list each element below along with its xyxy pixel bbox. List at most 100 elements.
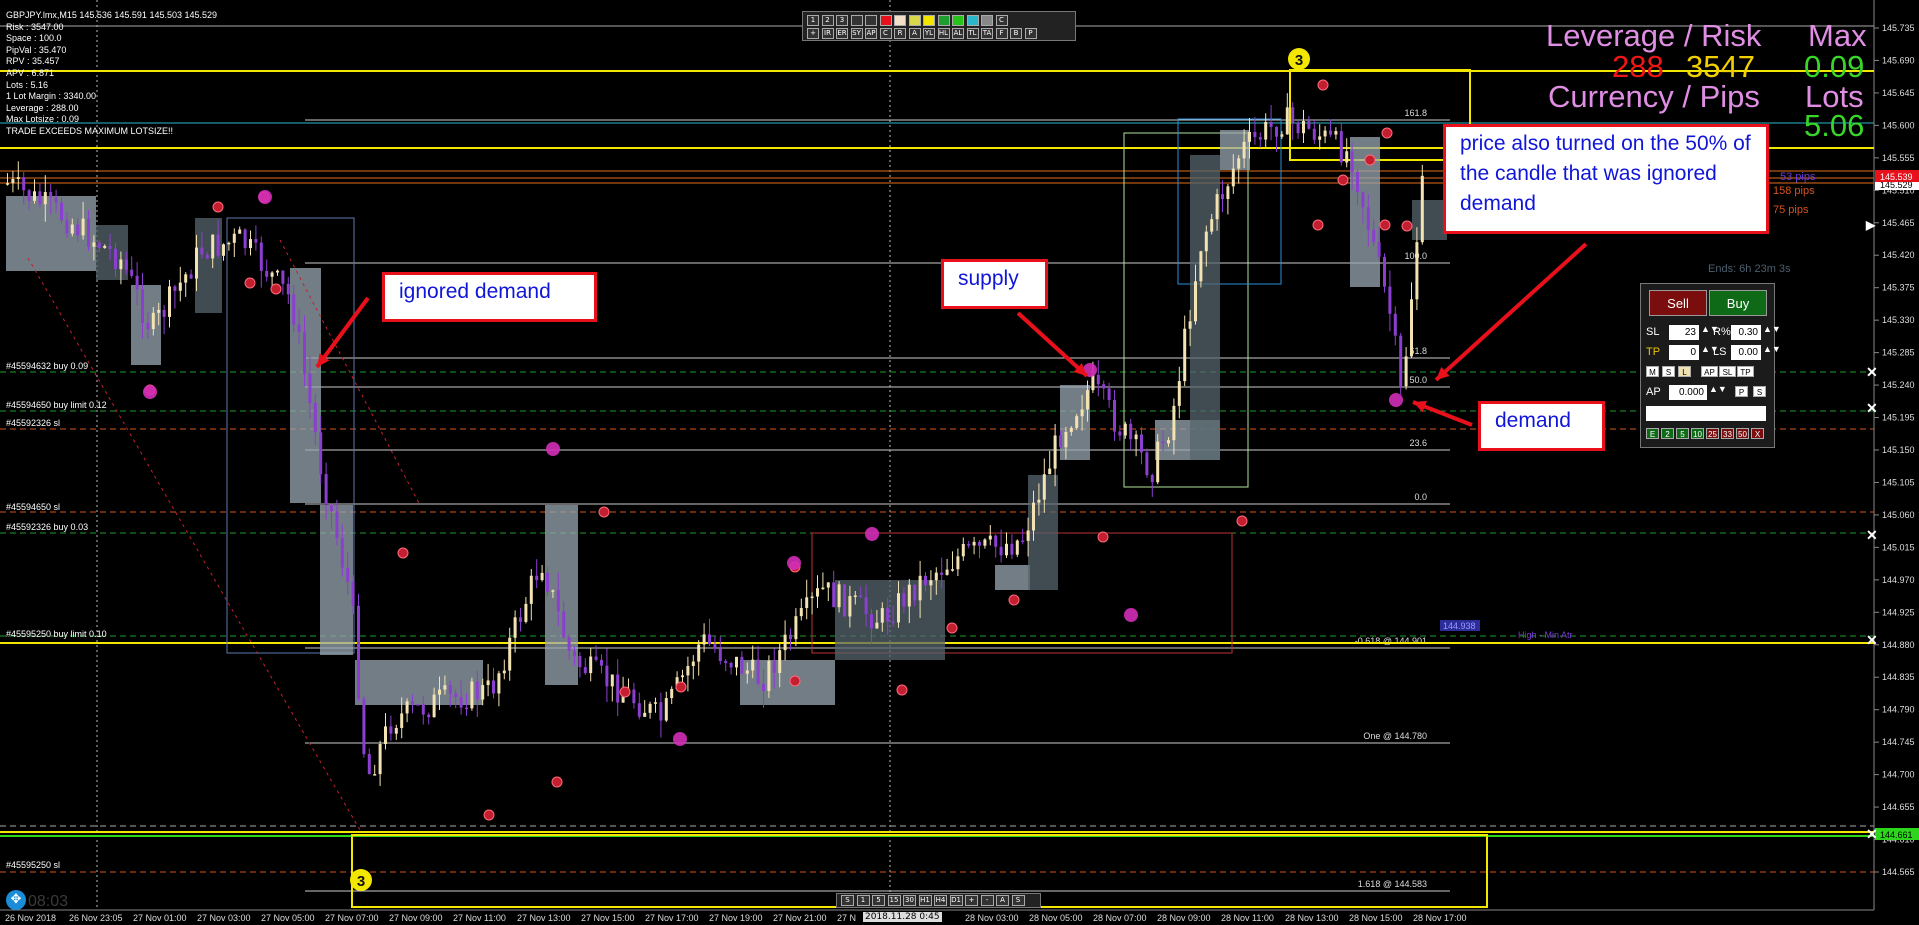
ls-input[interactable]: 0.00 — [1731, 345, 1761, 360]
ap-option-button[interactable]: S — [1753, 386, 1766, 397]
close-order-icon[interactable]: ✕ — [1866, 527, 1878, 544]
toolbar-top-button[interactable] — [879, 15, 892, 26]
price-tag-label: 145.539 — [1880, 172, 1913, 182]
risk-stepper-icon[interactable]: ▲▼ — [1763, 324, 1781, 334]
close-order-icon[interactable]: ✕ — [1866, 400, 1878, 417]
panel-row-button[interactable]: L — [1678, 366, 1691, 377]
toolbar-top-button[interactable]: 1 — [807, 15, 819, 26]
candle-body — [243, 229, 247, 249]
toolbar-bottom-button[interactable]: AL — [952, 28, 964, 39]
timeframe-button[interactable]: 5 — [872, 895, 885, 906]
toolbar-top-button[interactable] — [923, 15, 935, 26]
timeframe-button[interactable]: D1 — [949, 895, 963, 906]
toolbar-bottom-button[interactable]: F — [995, 28, 1008, 39]
fractal-marker — [1312, 219, 1324, 231]
toolbar-bottom-button[interactable]: TL — [966, 28, 979, 39]
price-tick-label: 145.285 — [1882, 348, 1915, 358]
close-order-icon[interactable]: ✕ — [1866, 364, 1878, 381]
timeframe-button[interactable]: S — [841, 895, 854, 906]
time-tick-label: 28 Nov 03:00 — [965, 913, 1019, 923]
cursor-time: 2018.11.28 0:45 — [863, 912, 942, 922]
candle-body — [513, 617, 517, 638]
candle-body — [254, 239, 258, 243]
play-icon[interactable]: ▶ — [1866, 218, 1875, 232]
toolbar-top-button[interactable] — [937, 15, 950, 26]
panel-row-button[interactable]: S — [1662, 366, 1675, 377]
toolbar-bottom-button[interactable]: IR — [821, 28, 834, 39]
toolbar-top-button[interactable] — [981, 15, 993, 26]
timeframe-button[interactable]: A — [996, 895, 1009, 906]
tp-input[interactable]: 0 — [1669, 345, 1699, 360]
panel-row-button[interactable]: SL — [1719, 366, 1736, 377]
toolbar-bottom-button[interactable]: R — [894, 28, 906, 39]
panel-row-button[interactable]: AP — [1701, 366, 1718, 377]
ap-stepper-icon[interactable]: ▲▼ — [1709, 384, 1727, 394]
toolbar-top-button[interactable] — [966, 15, 979, 26]
timeframe-button[interactable]: 1 — [856, 895, 870, 906]
zone-shade — [96, 225, 128, 280]
comment-input[interactable] — [1646, 406, 1766, 421]
toolbar-top-button[interactable] — [952, 15, 964, 26]
candle-body — [222, 244, 225, 256]
toolbar-bottom-button[interactable]: C — [879, 28, 892, 39]
timeframe-button[interactable]: S — [1011, 895, 1025, 906]
toolbar-top-button[interactable]: C — [995, 15, 1008, 26]
timeframe-button[interactable]: - — [980, 895, 994, 906]
ap-option-button[interactable]: P — [1735, 386, 1748, 397]
quick-close-button[interactable]: 33 — [1721, 428, 1734, 439]
toolbar-top-button[interactable]: 3 — [836, 15, 848, 26]
info-line: Lots : 5.16 — [6, 79, 49, 90]
toolbar-top-button[interactable] — [894, 15, 906, 26]
toolbar-bottom-button[interactable]: SY — [850, 28, 863, 39]
order-label: #45594650 sl — [6, 502, 60, 512]
candle-body — [972, 541, 976, 546]
toolbar-top-button[interactable] — [850, 15, 863, 26]
sell-button[interactable]: Sell — [1649, 290, 1707, 316]
timeframe-button[interactable]: H1 — [918, 895, 932, 906]
toolbar-bottom-button[interactable]: ER — [836, 28, 848, 39]
timeframe-button[interactable]: + — [965, 895, 978, 906]
toolbar-bottom-button[interactable]: B — [1010, 28, 1022, 39]
price-tick-label: 145.195 — [1882, 413, 1915, 423]
crosshair-icon[interactable]: ✥ — [6, 890, 26, 910]
toolbar-bottom-button[interactable]: P — [1024, 28, 1037, 39]
candle-body — [961, 544, 965, 557]
quick-close-button[interactable]: X — [1751, 428, 1764, 439]
close-order-icon[interactable]: ✕ — [1866, 826, 1878, 843]
candle-body — [1215, 194, 1219, 220]
candle-body — [546, 572, 549, 592]
drawing-toolbar[interactable]: 1 2 3 C + IR ER SY AP C R A YL HL AL TL TA F B P — [802, 11, 1076, 41]
toolbar-top-button[interactable] — [865, 15, 877, 26]
quick-close-button[interactable]: 5 — [1676, 428, 1689, 439]
quick-close-button[interactable]: E — [1646, 428, 1659, 439]
timeframe-bar[interactable]: S 1 5 15 30 H1 H4 D1 + - A S — [836, 893, 1041, 908]
quick-close-button[interactable]: 50 — [1736, 428, 1749, 439]
candle-body — [762, 683, 765, 691]
panel-row-button[interactable]: TP — [1737, 366, 1754, 377]
timeframe-button[interactable]: H4 — [934, 895, 947, 906]
ap-input[interactable]: 0.000 — [1669, 385, 1707, 400]
toolbar-top-button[interactable] — [908, 15, 921, 26]
risk-percent-input[interactable]: 0.30 — [1731, 325, 1761, 340]
toolbar-bottom-button[interactable]: TA — [981, 28, 993, 39]
sl-input[interactable]: 23 — [1669, 325, 1699, 340]
toolbar-bottom-button[interactable]: AP — [865, 28, 877, 39]
candle-body — [297, 324, 301, 332]
quick-close-button[interactable]: 10 — [1691, 428, 1704, 439]
timeframe-button[interactable]: 30 — [903, 895, 916, 906]
candle-body — [330, 504, 333, 512]
trading-chart[interactable]: 145.735 145.690 145.645 145.600 145.555 145.5… — [0, 0, 1919, 925]
ls-stepper-icon[interactable]: ▲▼ — [1763, 344, 1781, 354]
toolbar-bottom-button[interactable]: A — [908, 28, 921, 39]
toolbar-top-button[interactable]: 2 — [821, 15, 834, 26]
toolbar-bottom-button[interactable]: + — [807, 28, 819, 39]
toolbar-bottom-button[interactable]: YL — [923, 28, 935, 39]
buy-button[interactable]: Buy — [1709, 290, 1767, 316]
quick-close-button[interactable]: 25 — [1706, 428, 1719, 439]
toolbar-bottom-button[interactable]: HL — [937, 28, 950, 39]
candle-body — [821, 587, 825, 590]
panel-row-button[interactable]: M — [1646, 366, 1659, 377]
timeframe-button[interactable]: 15 — [887, 895, 901, 906]
close-order-icon[interactable]: ✕ — [1866, 632, 1878, 649]
quick-close-button[interactable]: 2 — [1661, 428, 1674, 439]
